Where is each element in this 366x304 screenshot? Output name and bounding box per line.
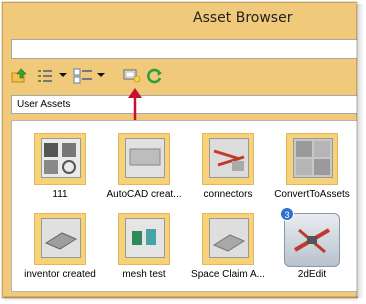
thumbnail-icon (209, 138, 249, 178)
asset-label: 111 (52, 189, 68, 200)
annotation-arrow-icon (128, 88, 142, 121)
view-details-button[interactable] (73, 65, 95, 87)
search-input[interactable] (11, 39, 357, 59)
count-badge: 3 (280, 207, 294, 221)
list-view-icon (38, 70, 52, 82)
asset-browser-window: Asset Browser User Assets 111 AutoCAD cr… (2, 2, 357, 298)
folder-import-icon (11, 68, 27, 83)
chevron-down-icon[interactable] (97, 73, 105, 77)
thumbnail-icon (293, 138, 333, 178)
window-shadow (356, 4, 364, 298)
folder-icon (118, 133, 170, 185)
asset-label: ConvertToAssets (274, 189, 350, 200)
asset-label: mesh test (122, 269, 166, 280)
title-bar: Asset Browser (3, 3, 357, 33)
asset-thumbnail-icon (284, 213, 340, 267)
thumbnail-icon (125, 218, 165, 258)
thumbnail-icon (209, 218, 249, 258)
toolbar (11, 65, 211, 87)
refresh-button[interactable] (147, 65, 163, 87)
chevron-down-icon[interactable] (59, 73, 67, 77)
folder-icon (202, 133, 254, 185)
preview-button[interactable] (123, 65, 141, 87)
add-asset-button[interactable] (11, 65, 27, 87)
path-bar[interactable]: User Assets (11, 95, 357, 114)
thumbnail-icon (125, 138, 165, 178)
asset-label: Space Claim A... (191, 269, 265, 280)
thumbnail-icon (41, 218, 81, 258)
folder-icon (34, 133, 86, 185)
thumbnail-icon (41, 138, 81, 178)
asset-label: connectors (203, 189, 253, 200)
folder-icon (118, 213, 170, 265)
folder-icon (202, 213, 254, 265)
refresh-icon (147, 68, 162, 84)
folder-icon (34, 213, 86, 265)
path-label: User Assets (17, 99, 71, 110)
folder-icon (286, 133, 338, 185)
asset-grid: 111 AutoCAD creat... connectors ConvertT… (11, 120, 357, 292)
preview-bulb-icon (123, 69, 141, 83)
details-view-icon (73, 68, 92, 84)
asset-label: AutoCAD creat... (106, 189, 182, 200)
window-title: Asset Browser (193, 10, 293, 26)
window-shadow (4, 296, 358, 302)
asset-label: inventor created (24, 269, 96, 280)
asset-label: 2dEdit (297, 269, 327, 280)
view-list-button[interactable] (37, 65, 53, 87)
